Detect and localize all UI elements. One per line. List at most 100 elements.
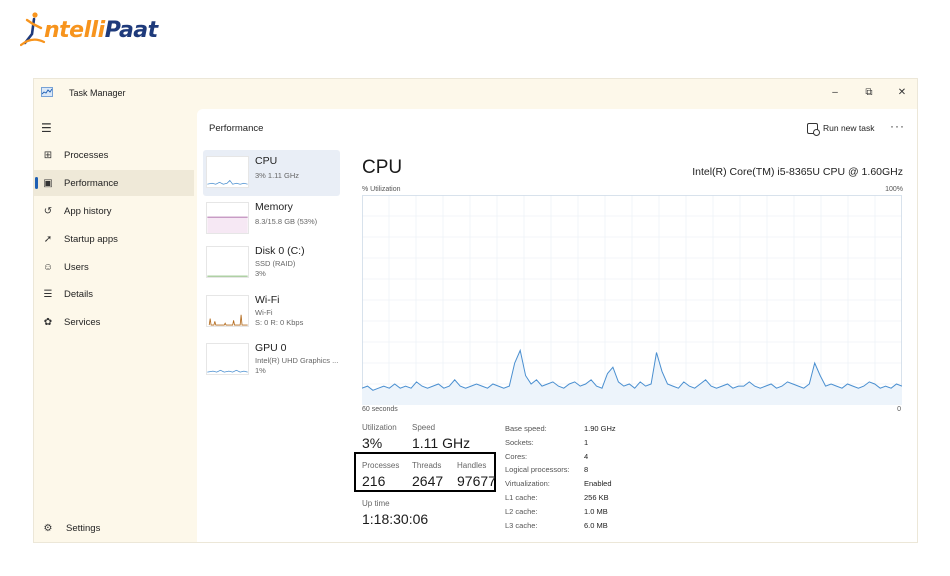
spec-key: L3 cache: (505, 520, 538, 530)
sidebar-item-startup-apps[interactable]: ➚ Startup apps (34, 226, 194, 252)
spec-key: L2 cache: (505, 506, 538, 516)
run-task-icon (807, 122, 820, 136)
cpu-utilization-graph (362, 195, 902, 405)
close-button[interactable]: ✕ (887, 83, 917, 103)
resource-detail-secondary: 3% (255, 269, 266, 278)
services-icon: ✿ (43, 316, 53, 328)
minimize-button[interactable]: – (820, 83, 850, 103)
cpu-thumbnail-graph (206, 156, 249, 188)
time-span-label: 60 seconds (362, 406, 398, 413)
pane-header: Performance Run new task ··· (197, 109, 917, 147)
sidebar-item-app-history[interactable]: ↺ App history (34, 198, 194, 224)
performance-pane: Performance Run new task ··· CPU 3% 1.11… (197, 109, 917, 542)
utilization-value: 3% (362, 435, 383, 451)
spec-value: 256 KB (584, 493, 609, 502)
processes-value: 216 (362, 473, 386, 489)
intellipaat-logo: ntelliPaat (20, 12, 158, 48)
more-options-button[interactable]: ··· (890, 119, 905, 133)
resource-item-memory[interactable]: Memory 8.3/15.8 GB (53%) (203, 196, 340, 242)
threads-value: 2647 (412, 473, 444, 489)
speed-label: Speed (412, 423, 436, 432)
users-icon: ☺ (42, 261, 54, 273)
sidebar-item-label: Performance (64, 177, 119, 189)
sidebar-item-label: Details (64, 288, 94, 300)
uptime-label: Up time (362, 499, 390, 508)
resource-name: GPU 0 (255, 342, 287, 354)
spec-key: Logical processors: (505, 465, 570, 475)
task-manager-app-icon (41, 87, 53, 97)
resource-detail: 8.3/15.8 GB (53%) (255, 217, 318, 226)
cpu-model-name: Intel(R) Core(TM) i5-8365U CPU @ 1.60GHz (692, 166, 903, 178)
sidebar-item-label: Settings (66, 523, 101, 534)
sidebar-item-label: Users (64, 261, 89, 273)
spec-key: Cores: (505, 451, 528, 461)
sidebar-item-processes[interactable]: ⊞ Processes (34, 142, 194, 168)
run-new-task-button[interactable]: Run new task (807, 121, 875, 136)
sidebar-item-details[interactable]: ☰ Details (34, 281, 194, 307)
window-title: Task Manager (69, 88, 126, 98)
uptime-value: 1:18:30:06 (362, 511, 429, 527)
logo-text-suffix: Paat (104, 17, 158, 43)
details-icon: ☰ (43, 288, 53, 300)
gpu-thumbnail-graph (206, 343, 249, 375)
resource-name: Disk 0 (C:) (255, 245, 305, 257)
sidebar-item-label: Processes (64, 149, 109, 161)
hamburger-menu-icon[interactable]: ☰ (41, 121, 52, 135)
speed-value: 1.11 GHz (412, 435, 471, 451)
resource-detail-secondary: 1% (255, 366, 266, 375)
title-bar: Task Manager – ⧉ ✕ (34, 79, 917, 109)
utilization-label: Utilization (362, 423, 397, 432)
spec-value: 6.0 MB (584, 520, 608, 530)
processes-label: Processes (362, 461, 400, 470)
time-end-label: 0 (897, 406, 901, 413)
resource-name: Memory (255, 201, 293, 213)
resource-detail: 3% 1.11 GHz (255, 171, 300, 180)
sidebar-item-label: Services (64, 316, 101, 328)
resource-item-cpu[interactable]: CPU 3% 1.11 GHz (203, 150, 340, 196)
startup-apps-icon: ➚ (43, 233, 53, 245)
sidebar-item-settings[interactable]: ⚙ Settings (41, 523, 101, 534)
resource-name: CPU (255, 155, 278, 167)
memory-thumbnail-graph (206, 202, 249, 234)
resource-item-disk[interactable]: Disk 0 (C:) SSD (RAID) 3% (203, 240, 340, 286)
processes-icon: ⊞ (43, 149, 53, 161)
threads-label: Threads (412, 461, 442, 470)
performance-icon: ▣ (43, 177, 53, 189)
resource-name: Wi-Fi (255, 294, 280, 306)
active-indicator (35, 177, 38, 189)
spec-key: Sockets: (505, 437, 534, 447)
resource-detail-secondary: S: 0 R: 0 Kbps (255, 318, 304, 327)
resource-detail: Intel(R) UHD Graphics ... (255, 356, 339, 365)
spec-value: 1.0 MB (584, 506, 608, 516)
disk-thumbnail-graph (206, 246, 249, 278)
cpu-heading: CPU (362, 157, 403, 178)
wifi-thumbnail-graph (206, 295, 249, 327)
task-manager-window: Task Manager – ⧉ ✕ ☰ ⊞ Processes ▣ Perfo… (33, 78, 918, 543)
resource-detail: SSD (RAID) (255, 259, 296, 268)
spec-value: 1.90 GHz (584, 424, 616, 433)
sidebar-item-performance[interactable]: ▣ Performance (34, 170, 194, 196)
logo-text-prefix: ntelli (44, 17, 105, 43)
handles-label: Handles (457, 461, 487, 470)
sidebar-item-users[interactable]: ☺ Users (34, 254, 194, 280)
resource-detail: Wi-Fi (255, 308, 273, 317)
settings-gear-icon: ⚙ (43, 523, 53, 534)
sidebar-item-label: Startup apps (64, 233, 118, 245)
utilization-max-label: 100% (885, 186, 903, 193)
spec-key: L1 cache: (505, 493, 538, 502)
run-new-task-label: Run new task (823, 123, 875, 133)
restore-button[interactable]: ⧉ (854, 83, 884, 103)
spec-key: Virtualization: (505, 479, 550, 489)
utilization-axis-label: % Utilization (362, 186, 401, 193)
sidebar-item-services[interactable]: ✿ Services (34, 309, 194, 335)
spec-value: 1 (584, 437, 589, 447)
spec-value: Enabled (584, 479, 612, 489)
sidebar-item-label: App history (64, 205, 112, 217)
handles-value: 97677 (457, 473, 496, 489)
page-title: Performance (209, 123, 264, 134)
resource-item-gpu[interactable]: GPU 0 Intel(R) UHD Graphics ... 1% (203, 337, 340, 383)
resource-item-wifi[interactable]: Wi-Fi Wi-Fi S: 0 R: 0 Kbps (203, 289, 340, 335)
spec-key: Base speed: (505, 424, 547, 433)
app-history-icon: ↺ (43, 205, 53, 217)
spec-value: 4 (584, 451, 589, 461)
